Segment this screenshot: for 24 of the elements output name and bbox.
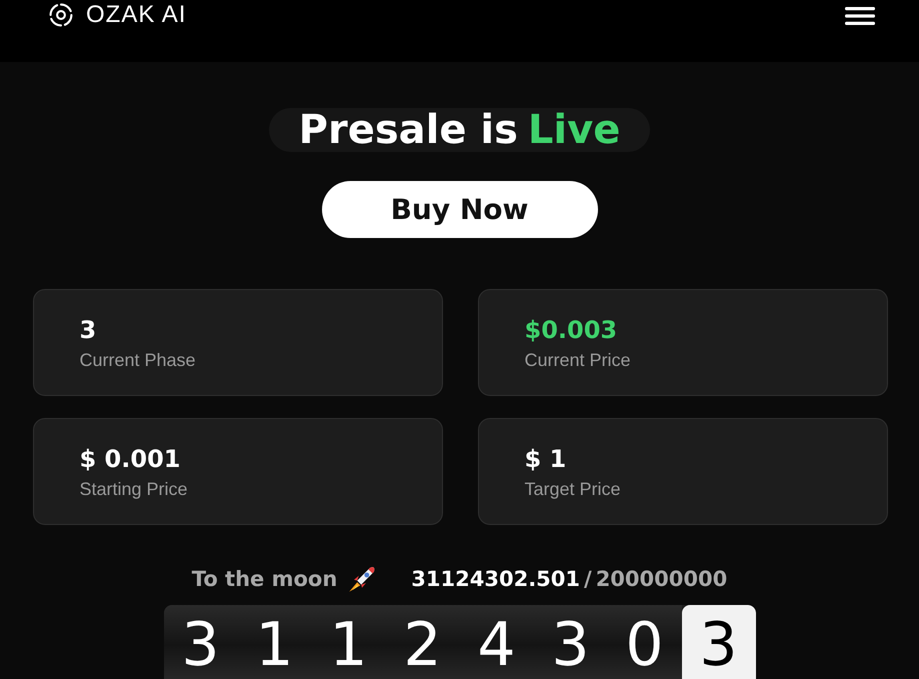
sold-amount: 31124302.501: [411, 567, 580, 591]
counter-digit: 3: [164, 605, 238, 679]
stat-value: $ 0.001: [80, 445, 180, 473]
counter-digit: 0: [608, 605, 682, 679]
stat-label: Current Phase: [80, 350, 196, 371]
presale-heading: Presale is Live: [268, 108, 650, 152]
progress-label: To the moon: [192, 567, 338, 591]
brand-name: OZAK AI: [86, 2, 186, 28]
stat-label: Current Price: [524, 350, 631, 371]
counter-digit: 4: [460, 605, 534, 679]
menu-icon[interactable]: [845, 6, 875, 26]
separator: /: [584, 567, 592, 591]
stat-value: 3: [80, 316, 96, 344]
buy-now-button[interactable]: Buy Now: [322, 181, 598, 238]
stat-label: Target Price: [524, 479, 621, 500]
counter-digit: 1: [238, 605, 312, 679]
stat-value: $0.003: [524, 316, 618, 344]
counter-digit: 3: [682, 605, 756, 679]
stat-value: $ 1: [524, 445, 566, 473]
stat-label: Starting Price: [80, 479, 188, 500]
counter-digit: 3: [534, 605, 608, 679]
counter-digit: 2: [386, 605, 460, 679]
total-supply: 200000000: [596, 567, 728, 591]
counter-digit: 1: [312, 605, 386, 679]
